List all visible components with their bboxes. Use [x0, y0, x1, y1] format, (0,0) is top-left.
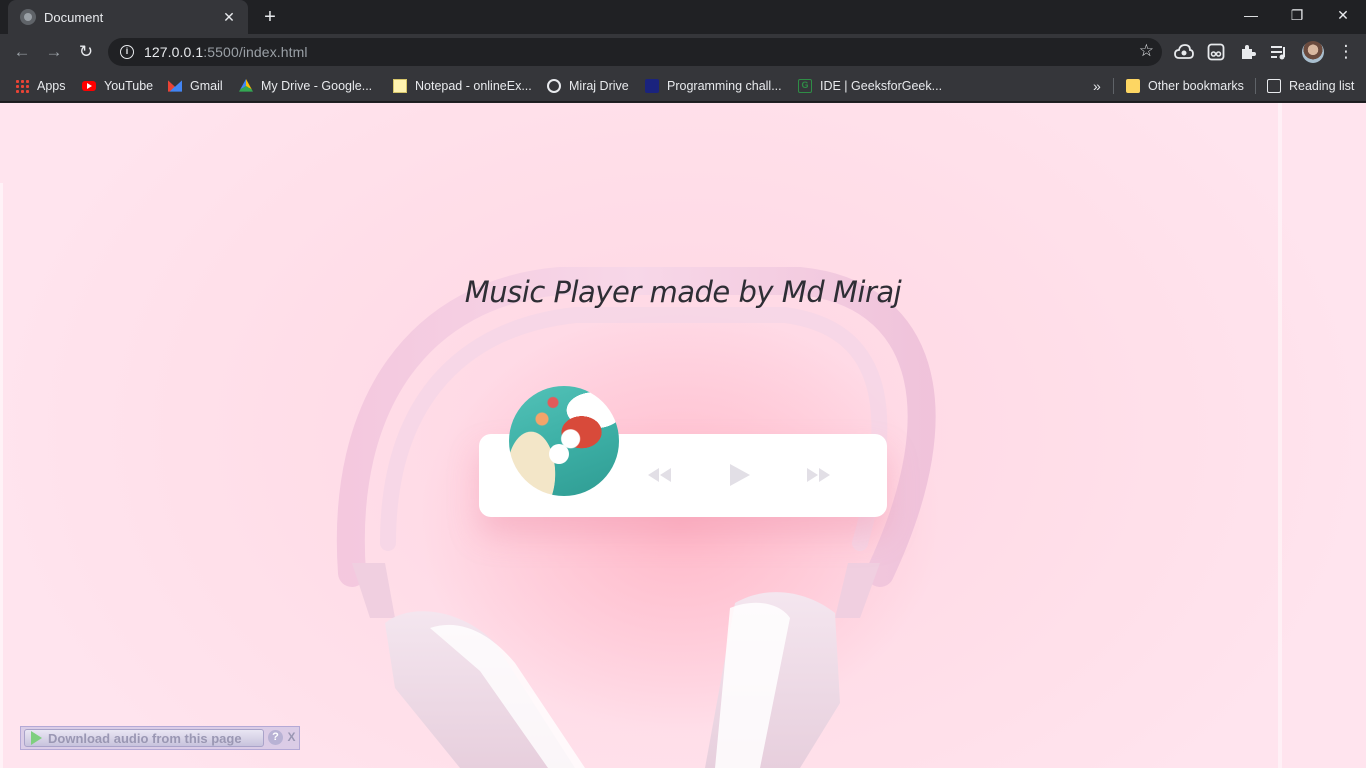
chrome-menu-button[interactable]: ⋮ [1334, 40, 1358, 64]
tab-document[interactable]: Document ✕ [8, 0, 248, 34]
browser-toolbar: ← → ↻ i 127.0.0.1:5500/index.html ☆ ⋮ [0, 34, 1366, 70]
download-audio-label: Download audio from this page [48, 730, 242, 746]
forward-button[interactable]: → [42, 40, 66, 64]
bookmark-notepad[interactable]: Notepad - onlineEx... [393, 70, 532, 102]
reader-extension-icon[interactable] [1207, 43, 1225, 61]
page-title: Music Player made by Md Miraj [464, 275, 902, 309]
tab-strip: Document ✕ + — ❐ ✕ [0, 0, 1366, 34]
back-button[interactable]: ← [10, 40, 34, 64]
download-audio-widget: Download audio from this page ? X [20, 726, 300, 750]
gmail-icon [168, 80, 182, 92]
media-control-icon[interactable] [1270, 44, 1288, 60]
fast-forward-button[interactable] [803, 460, 833, 490]
play-button[interactable] [725, 460, 755, 490]
restore-button[interactable]: ❐ [1274, 0, 1320, 30]
bookmark-label: Reading list [1289, 79, 1355, 93]
bookmarks-bar: Apps YouTube Gmail My Drive - Google... … [0, 70, 1366, 102]
bookmark-separator [1255, 78, 1256, 94]
geeksforgeeks-icon: G [798, 79, 812, 93]
reading-list[interactable]: Reading list [1267, 70, 1354, 102]
bookmark-label: Programming chall... [667, 79, 782, 93]
more-bookmarks-chevron-icon[interactable]: » [1093, 70, 1101, 102]
address-bar[interactable]: i 127.0.0.1:5500/index.html ☆ [108, 38, 1162, 66]
rewind-icon [648, 468, 671, 482]
new-tab-button[interactable]: + [258, 6, 282, 28]
help-icon[interactable]: ? [268, 730, 283, 745]
bookmark-star-icon[interactable]: ☆ [1139, 41, 1154, 61]
play-icon [730, 464, 750, 486]
extensions-puzzle-icon[interactable] [1239, 43, 1257, 61]
minimize-button[interactable]: — [1228, 0, 1274, 30]
album-art-disc [509, 386, 619, 496]
apps-grid-icon [15, 79, 29, 93]
bookmark-label: Miraj Drive [569, 79, 629, 93]
bookmark-label: Notepad - onlineEx... [415, 79, 532, 93]
bookmark-miraj-drive[interactable]: Miraj Drive [547, 70, 629, 102]
page-viewport: Music Player made by Md Miraj Download a… [0, 103, 1366, 768]
bookmark-separator [1113, 78, 1114, 94]
tab-close-icon[interactable]: ✕ [220, 9, 238, 26]
bookmark-other[interactable]: Other bookmarks [1126, 70, 1244, 102]
bookmark-label: Other bookmarks [1148, 79, 1244, 93]
rewind-button[interactable] [645, 460, 675, 490]
page-edge [1278, 103, 1282, 768]
bookmark-label: My Drive - Google... [261, 79, 373, 93]
close-icon[interactable]: X [285, 730, 298, 745]
reload-button[interactable]: ↻ [74, 40, 98, 64]
url-host: 127.0.0.1 [144, 44, 204, 60]
globe-icon [547, 79, 561, 93]
globe-icon [20, 9, 36, 25]
url-text[interactable]: 127.0.0.1:5500/index.html [144, 44, 308, 60]
bookmark-label: Gmail [190, 79, 223, 93]
bookmark-youtube[interactable]: YouTube [82, 70, 153, 102]
page-edge [0, 183, 3, 768]
bookmark-apps[interactable]: Apps [15, 70, 66, 102]
youtube-icon [82, 81, 96, 91]
bookmark-my-drive[interactable]: My Drive - Google... [239, 70, 372, 102]
play-icon [31, 731, 42, 745]
bookmark-label: IDE | GeeksforGeek... [820, 79, 943, 93]
folder-icon [1126, 79, 1140, 93]
download-audio-button[interactable]: Download audio from this page [24, 729, 264, 747]
bookmark-label: Apps [37, 79, 66, 93]
fast-forward-icon [807, 468, 830, 482]
site-info-icon[interactable]: i [120, 45, 134, 59]
notepad-icon [393, 79, 407, 93]
bookmark-geeksforgeeks[interactable]: G IDE | GeeksforGeek... [798, 70, 942, 102]
google-drive-icon [239, 79, 253, 92]
bookmark-label: YouTube [104, 79, 154, 93]
bookmark-gmail[interactable]: Gmail [168, 70, 223, 102]
close-window-button[interactable]: ✕ [1320, 0, 1366, 30]
cloud-extension-icon[interactable] [1174, 43, 1194, 61]
tab-title: Document [44, 9, 104, 25]
url-path: :5500/index.html [203, 44, 308, 60]
programming-site-icon [645, 79, 659, 93]
bookmark-programming[interactable]: Programming chall... [645, 70, 782, 102]
reading-list-icon [1267, 79, 1281, 93]
profile-avatar[interactable] [1302, 41, 1324, 63]
